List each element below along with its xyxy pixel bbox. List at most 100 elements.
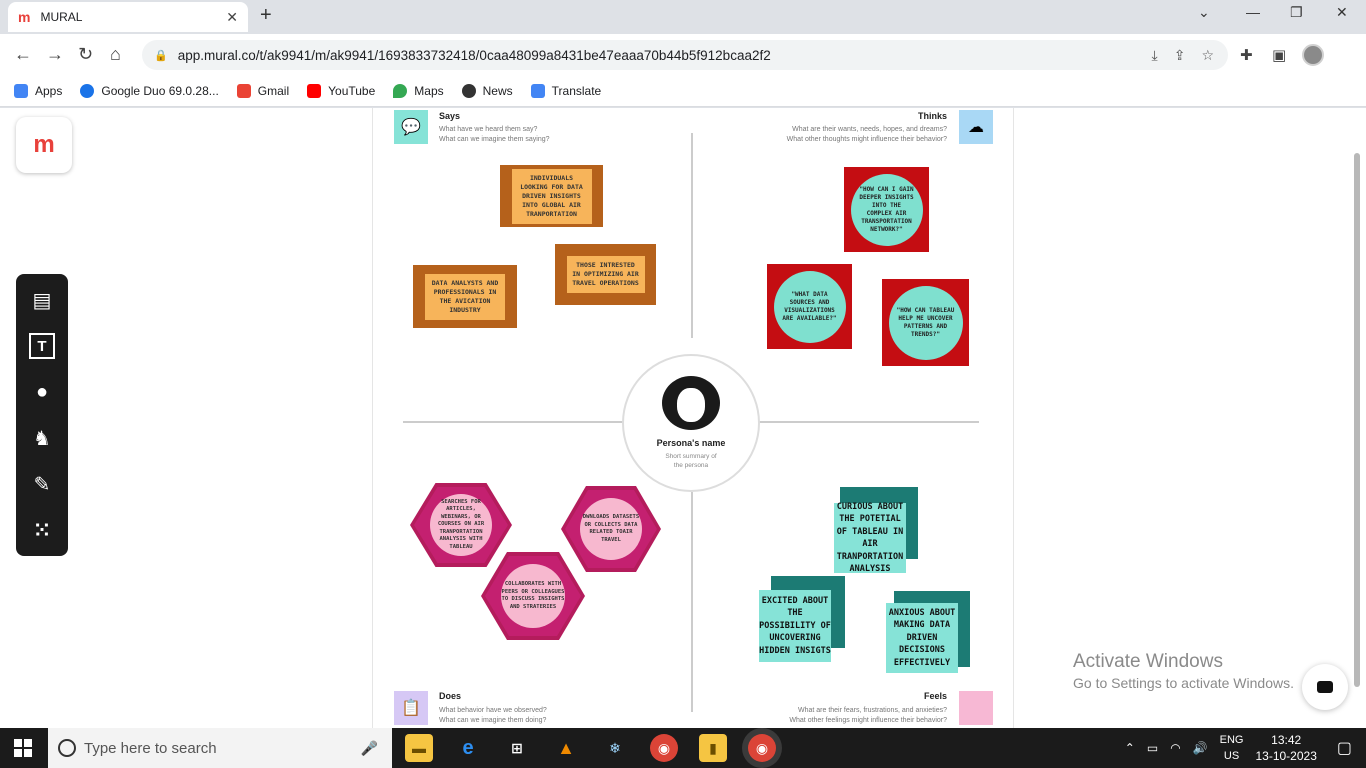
address-bar[interactable]: 🔒 app.mural.co/t/ak9941/m/ak9941/1693833… <box>142 40 1228 70</box>
file-explorer-icon[interactable]: ▬ <box>405 734 433 762</box>
says-note-2[interactable]: THOSE INTRESTED IN OPTIMIZING AIR TRAVEL… <box>555 244 656 305</box>
thinks-subtitle: What are their wants, needs, hopes, and … <box>786 126 947 143</box>
notifications-icon[interactable]: ▢ <box>1337 738 1352 758</box>
thinks-note-2[interactable]: "WHAT DATA SOURCES AND VISUALIZATIONS AR… <box>767 264 852 349</box>
shapes-icon[interactable]: ● <box>29 379 55 405</box>
url-text[interactable]: app.mural.co/t/ak9941/m/ak9941/169383373… <box>178 48 771 63</box>
does-note-1[interactable]: SEARCHES FOR ARTICLES, WEBINARS, OR COUR… <box>410 483 512 567</box>
translate-icon <box>530 84 545 98</box>
extensions-icon[interactable]: ✚ <box>1240 46 1253 64</box>
says-subtitle: What have we heard them say? What can we … <box>439 126 550 143</box>
bookmark-star-icon[interactable]: ☆ <box>1201 47 1214 64</box>
text-icon[interactable]: T <box>29 333 55 359</box>
says-note-3[interactable]: DATA ANALYSTS AND PROFESSIONALS IN THE A… <box>413 265 517 328</box>
feels-note-1[interactable]: CURIOUS ABOUT THE POTETIAL OF TABLEAU IN… <box>834 487 920 575</box>
persona-circle[interactable]: Persona's name Short summary of the pers… <box>622 354 760 492</box>
microphone-icon[interactable]: 🎤 <box>361 740 378 757</box>
thinks-title: Thinks <box>917 111 947 121</box>
windows-taskbar: Type here to search 🎤 ▬ e ⊞ ▲ ❄ ◉ ▮ ◉ ⌃ … <box>0 728 1366 768</box>
chat-icon <box>1317 681 1333 693</box>
maps-pin-icon <box>393 84 408 98</box>
side-panel-icon[interactable]: ▣ <box>1272 46 1286 64</box>
volume-icon[interactable]: 🔊 <box>1193 741 1208 755</box>
edge-icon[interactable]: e <box>454 734 482 762</box>
does-subtitle: What behavior have we observed? What can … <box>439 707 547 724</box>
minimize-icon[interactable]: — <box>1246 4 1260 20</box>
battery-icon[interactable]: ▭ <box>1147 741 1158 755</box>
search-icon <box>58 739 76 757</box>
chrome-active-icon[interactable]: ◉ <box>748 734 776 762</box>
new-tab-icon[interactable]: + <box>260 4 272 27</box>
wifi-icon[interactable]: ◠ <box>1170 741 1180 755</box>
bookmark-gmail[interactable]: Gmail <box>236 84 289 98</box>
empathy-map-board[interactable]: 💬 Says What have we heard them say? What … <box>372 108 1014 728</box>
persona-face-icon <box>662 376 720 430</box>
says-note-1[interactable]: INDIVIDUALS LOOKING FOR DATA DRIVEN INSI… <box>500 165 603 227</box>
apps-grid-icon <box>14 84 28 98</box>
language-indicator[interactable]: ENG US <box>1220 732 1244 764</box>
taskbar-search[interactable]: Type here to search 🎤 <box>48 728 392 768</box>
search-placeholder: Type here to search <box>84 739 217 757</box>
mural-tab-icon: m <box>18 9 31 25</box>
bookmark-translate[interactable]: Translate <box>530 84 601 98</box>
mural-canvas[interactable]: m ▤ T ● ♞ ✎ ⁙ 💬 Says What have we heard … <box>0 108 1366 728</box>
tab-mural[interactable]: m MURAL ✕ <box>8 2 248 32</box>
bookmarks-bar: Apps Google Duo 69.0.28... Gmail YouTube… <box>0 76 1366 107</box>
forward-icon[interactable]: → <box>46 44 64 65</box>
divider-vertical-bottom <box>691 492 693 712</box>
restore-icon[interactable]: ❐ <box>1290 4 1303 21</box>
does-title: Does <box>439 691 462 701</box>
globe-icon <box>461 84 476 98</box>
bookmark-google-duo[interactable]: Google Duo 69.0.28... <box>80 84 219 98</box>
tab-search-icon[interactable]: ⌄ <box>1198 4 1210 21</box>
back-icon[interactable]: ← <box>14 44 32 65</box>
lock-icon[interactable]: 🔒 <box>154 49 168 62</box>
bookmark-apps[interactable]: Apps <box>14 84 62 98</box>
speech-bubble-icon: 💬 <box>394 110 428 144</box>
tab-close-icon[interactable]: ✕ <box>226 9 238 26</box>
persona-name: Persona's name <box>656 438 726 448</box>
install-icon[interactable]: ⤓ <box>1152 47 1158 64</box>
llama-icon[interactable]: ♞ <box>29 425 55 451</box>
vertical-scrollbar[interactable] <box>1354 153 1360 687</box>
feels-note-3[interactable]: ANXIOUS ABOUT MAKING DATA DRIVEN DECISIO… <box>886 591 972 675</box>
feels-title: Feels <box>923 691 947 701</box>
mural-logo[interactable]: m <box>16 117 72 173</box>
snowflake-app-icon[interactable]: ❄ <box>601 734 629 762</box>
pen-icon[interactable]: ✎ <box>29 471 55 497</box>
profile-avatar[interactable] <box>1302 44 1324 66</box>
system-tray: ⌃ ▭ ◠ 🔊 ENG US 13:42 13-10-2023 ▢ <box>1125 728 1366 768</box>
divider-horizontal-right <box>759 421 979 423</box>
does-note-2[interactable]: DWNLOADS DATASETS OR COLLECTS DATA RELAT… <box>561 486 661 572</box>
sticky-note-icon[interactable]: ▤ <box>29 287 55 313</box>
bookmark-youtube[interactable]: YouTube <box>307 84 375 98</box>
divider-vertical-top <box>691 133 693 338</box>
reload-icon[interactable]: ↻ <box>78 44 93 65</box>
close-window-icon[interactable]: ✕ <box>1336 4 1348 21</box>
thinks-note-1[interactable]: "HOW CAN I GAIN DEEPER INSIGHTS INTO THE… <box>844 167 929 252</box>
home-icon[interactable]: ⌂ <box>110 44 121 65</box>
folder-icon[interactable]: ▮ <box>699 734 727 762</box>
store-icon[interactable]: ⊞ <box>503 734 531 762</box>
does-note-3[interactable]: COLLABORATES WITH PEERS OR COLLEAGUES TO… <box>481 552 585 640</box>
persona-summary: Short summary of the persona <box>665 453 717 469</box>
says-title: Says <box>439 111 461 121</box>
tray-chevron-icon[interactable]: ⌃ <box>1125 741 1135 755</box>
share-icon[interactable]: ⇪ <box>1174 47 1186 64</box>
tab-title: MURAL <box>40 10 83 24</box>
bookmark-maps[interactable]: Maps <box>393 84 444 98</box>
clock[interactable]: 13:42 13-10-2023 <box>1255 732 1316 764</box>
chat-button[interactable] <box>1302 664 1348 710</box>
apps-grid-icon[interactable]: ⁙ <box>29 517 55 543</box>
vlc-icon[interactable]: ▲ <box>552 734 580 762</box>
youtube-icon <box>307 84 322 98</box>
bookmark-news[interactable]: News <box>461 84 513 98</box>
clipboard-icon: 📋 <box>394 691 428 725</box>
feels-note-2[interactable]: EXCITED ABOUT THE POSSIBILITY OF UNCOVER… <box>759 576 847 664</box>
windows-start-icon[interactable] <box>14 739 32 757</box>
heart-icon <box>959 691 993 725</box>
feels-subtitle: What are their fears, frustrations, and … <box>789 707 947 724</box>
activate-windows-watermark: Activate Windows Go to Settings to activ… <box>1073 651 1294 691</box>
thinks-note-3[interactable]: "HOW CAN TABLEAU HELP ME UNCOVER PATTERN… <box>882 279 969 366</box>
chrome-profile-icon[interactable]: ◉ <box>650 734 678 762</box>
